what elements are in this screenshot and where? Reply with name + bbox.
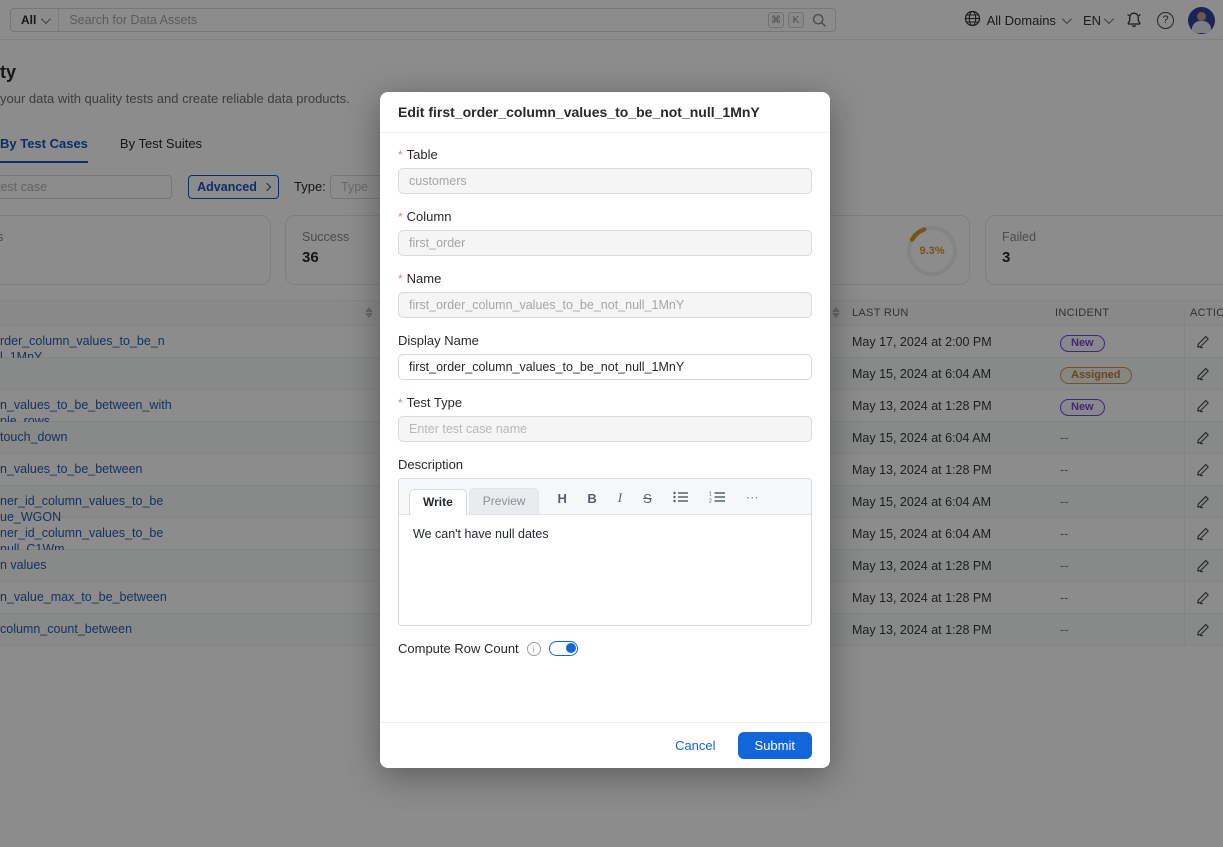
strikethrough-icon[interactable]: S bbox=[643, 491, 652, 506]
modal-body: Table Column Name Display Name Test Type… bbox=[380, 133, 830, 722]
table-field-label: Table bbox=[398, 147, 812, 162]
bold-icon[interactable]: B bbox=[587, 491, 596, 506]
numbered-list-icon[interactable]: 12 bbox=[709, 491, 725, 506]
test-type-field-label: Test Type bbox=[398, 395, 812, 410]
more-options-icon[interactable]: ⋯ bbox=[746, 490, 760, 506]
modal-title: Edit first_order_column_values_to_be_not… bbox=[398, 104, 760, 120]
table-field-input[interactable] bbox=[398, 168, 812, 194]
svg-text:2: 2 bbox=[709, 498, 712, 503]
modal-footer: Cancel Submit bbox=[380, 722, 830, 768]
description-field-label: Description bbox=[398, 457, 812, 472]
preview-tab[interactable]: Preview bbox=[469, 488, 540, 514]
compute-row-count-toggle[interactable] bbox=[549, 641, 578, 656]
info-icon: i bbox=[527, 642, 541, 656]
write-tab[interactable]: Write bbox=[409, 489, 467, 515]
description-textarea[interactable]: We can't have null dates bbox=[399, 515, 811, 625]
screen: All ⌘ K All Domains EN bbox=[0, 0, 1223, 847]
description-editor: Write Preview H B I S 12 bbox=[398, 478, 812, 626]
bullet-list-icon[interactable] bbox=[673, 491, 688, 506]
submit-button[interactable]: Submit bbox=[738, 732, 812, 759]
display-name-field-input[interactable] bbox=[398, 354, 812, 380]
test-type-field-input[interactable] bbox=[398, 416, 812, 442]
heading-icon[interactable]: H bbox=[557, 491, 566, 506]
toggle-knob bbox=[566, 643, 576, 653]
display-name-field-label: Display Name bbox=[398, 333, 812, 348]
compute-row-count-row: Compute Row Count i bbox=[398, 641, 812, 656]
modal-header: Edit first_order_column_values_to_be_not… bbox=[380, 92, 830, 133]
cancel-button[interactable]: Cancel bbox=[675, 738, 715, 753]
column-field-input[interactable] bbox=[398, 230, 812, 256]
edit-test-case-modal: Edit first_order_column_values_to_be_not… bbox=[380, 92, 830, 768]
svg-text:1: 1 bbox=[709, 491, 712, 497]
name-field-input[interactable] bbox=[398, 292, 812, 318]
italic-icon[interactable]: I bbox=[618, 490, 622, 506]
column-field-label: Column bbox=[398, 209, 812, 224]
name-field-label: Name bbox=[398, 271, 812, 286]
description-editor-toolbar: Write Preview H B I S 12 bbox=[399, 479, 811, 515]
compute-row-count-label: Compute Row Count bbox=[398, 641, 519, 656]
